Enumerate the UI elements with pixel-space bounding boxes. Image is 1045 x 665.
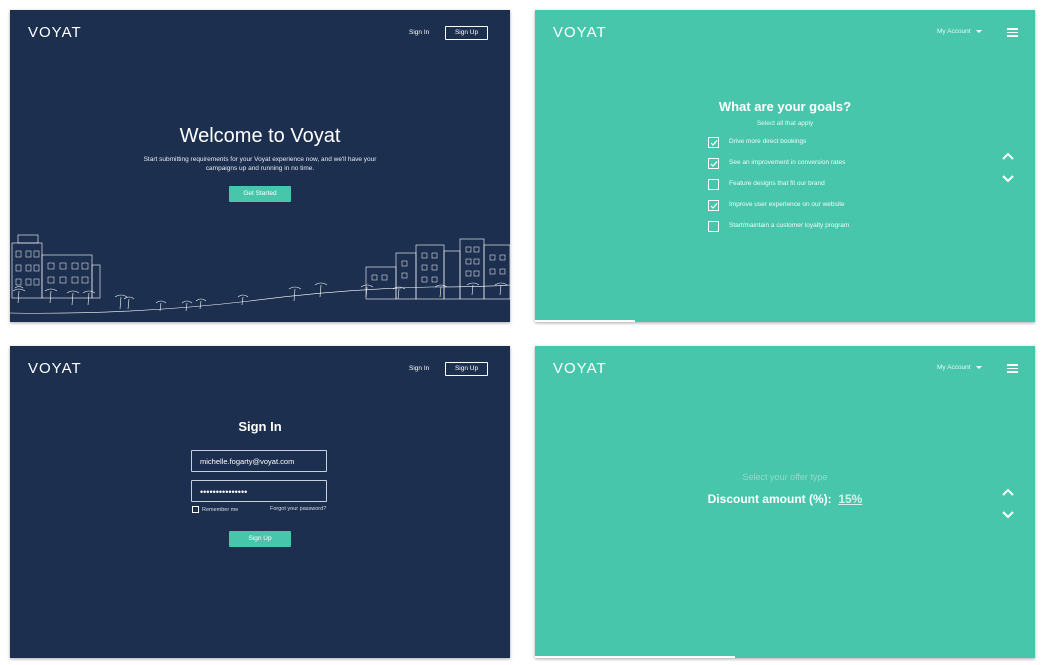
discount-row: Discount amount (%): 15% bbox=[535, 492, 1035, 506]
goals-screen: VOYAT My Account What are your goals? Se… bbox=[535, 10, 1035, 322]
chevron-down-icon[interactable] bbox=[1002, 175, 1014, 183]
goal-label: Drive more direct bookings bbox=[729, 138, 807, 145]
goal-label: Improve user experience on our website bbox=[729, 201, 845, 208]
sign-in-screen: VOYAT Sign In Sign Up Sign In michelle.f… bbox=[10, 346, 510, 658]
progress-bar bbox=[535, 656, 735, 658]
forgot-password-link[interactable]: Forgot your password? bbox=[270, 506, 326, 512]
check-icon bbox=[710, 161, 718, 167]
get-started-button[interactable]: Get Started bbox=[229, 186, 291, 202]
sign-in-link[interactable]: Sign In bbox=[409, 365, 429, 372]
my-account-label: My Account bbox=[937, 364, 971, 371]
offer-type-prompt: Select your offer type bbox=[742, 472, 828, 482]
sign-in-title: Sign In bbox=[238, 419, 282, 434]
sign-up-button[interactable]: Sign Up bbox=[445, 26, 488, 40]
welcome-title: Welcome to Voyat bbox=[179, 125, 341, 147]
remember-me-label: Remember me bbox=[202, 506, 239, 513]
caret-down-icon bbox=[975, 365, 982, 369]
discount-label: Discount amount (%): bbox=[707, 492, 832, 506]
hamburger-icon[interactable] bbox=[1007, 364, 1018, 373]
password-field[interactable]: ••••••••••••••• bbox=[191, 480, 327, 502]
check-icon bbox=[710, 203, 718, 209]
my-account-menu[interactable]: My Account bbox=[937, 28, 982, 35]
chevron-up-icon[interactable] bbox=[1002, 152, 1014, 160]
chevron-up-icon[interactable] bbox=[1002, 488, 1014, 496]
chevron-down-icon[interactable] bbox=[1002, 511, 1014, 519]
my-account-label: My Account bbox=[937, 28, 971, 35]
voyat-logo[interactable]: VOYAT bbox=[553, 360, 607, 377]
sign-up-button[interactable]: Sign Up bbox=[445, 362, 488, 376]
offer-screen: VOYAT My Account Select your offer type … bbox=[535, 346, 1035, 658]
check-icon bbox=[710, 140, 718, 146]
goal-checkbox[interactable] bbox=[708, 200, 719, 211]
sign-in-link[interactable]: Sign In bbox=[409, 29, 429, 36]
welcome-screen: VOYAT Sign In Sign Up Welcome to Voyat S… bbox=[10, 10, 510, 322]
remember-me-checkbox[interactable]: Remember me bbox=[192, 506, 238, 513]
goal-checkbox[interactable] bbox=[708, 137, 719, 148]
voyat-logo[interactable]: VOYAT bbox=[553, 24, 607, 41]
email-field[interactable]: michelle.fogarty@voyat.com bbox=[191, 450, 327, 472]
goal-label: Start/maintain a customer loyalty progra… bbox=[729, 222, 850, 229]
goal-checkbox[interactable] bbox=[708, 221, 719, 232]
goals-subtitle: Select all that apply bbox=[756, 120, 814, 127]
caret-down-icon bbox=[975, 29, 982, 33]
goal-checkbox[interactable] bbox=[708, 158, 719, 169]
city-skyline-illustration bbox=[10, 234, 510, 314]
goal-label: See an improvement in conversion rates bbox=[729, 159, 846, 166]
my-account-menu[interactable]: My Account bbox=[937, 364, 982, 371]
submit-button[interactable]: Sign Up bbox=[229, 531, 291, 547]
discount-value-input[interactable]: 15% bbox=[838, 492, 862, 506]
hamburger-icon[interactable] bbox=[1007, 28, 1018, 37]
goals-title: What are your goals? bbox=[718, 99, 852, 114]
goal-label: Feature designs that fit our brand bbox=[729, 180, 825, 187]
goal-checkbox[interactable] bbox=[708, 179, 719, 190]
voyat-logo[interactable]: VOYAT bbox=[28, 360, 82, 377]
progress-bar bbox=[535, 320, 635, 322]
welcome-subtitle: Start submitting requirements for your V… bbox=[143, 156, 377, 172]
voyat-logo[interactable]: VOYAT bbox=[28, 24, 82, 41]
checkbox-icon[interactable] bbox=[192, 506, 199, 513]
